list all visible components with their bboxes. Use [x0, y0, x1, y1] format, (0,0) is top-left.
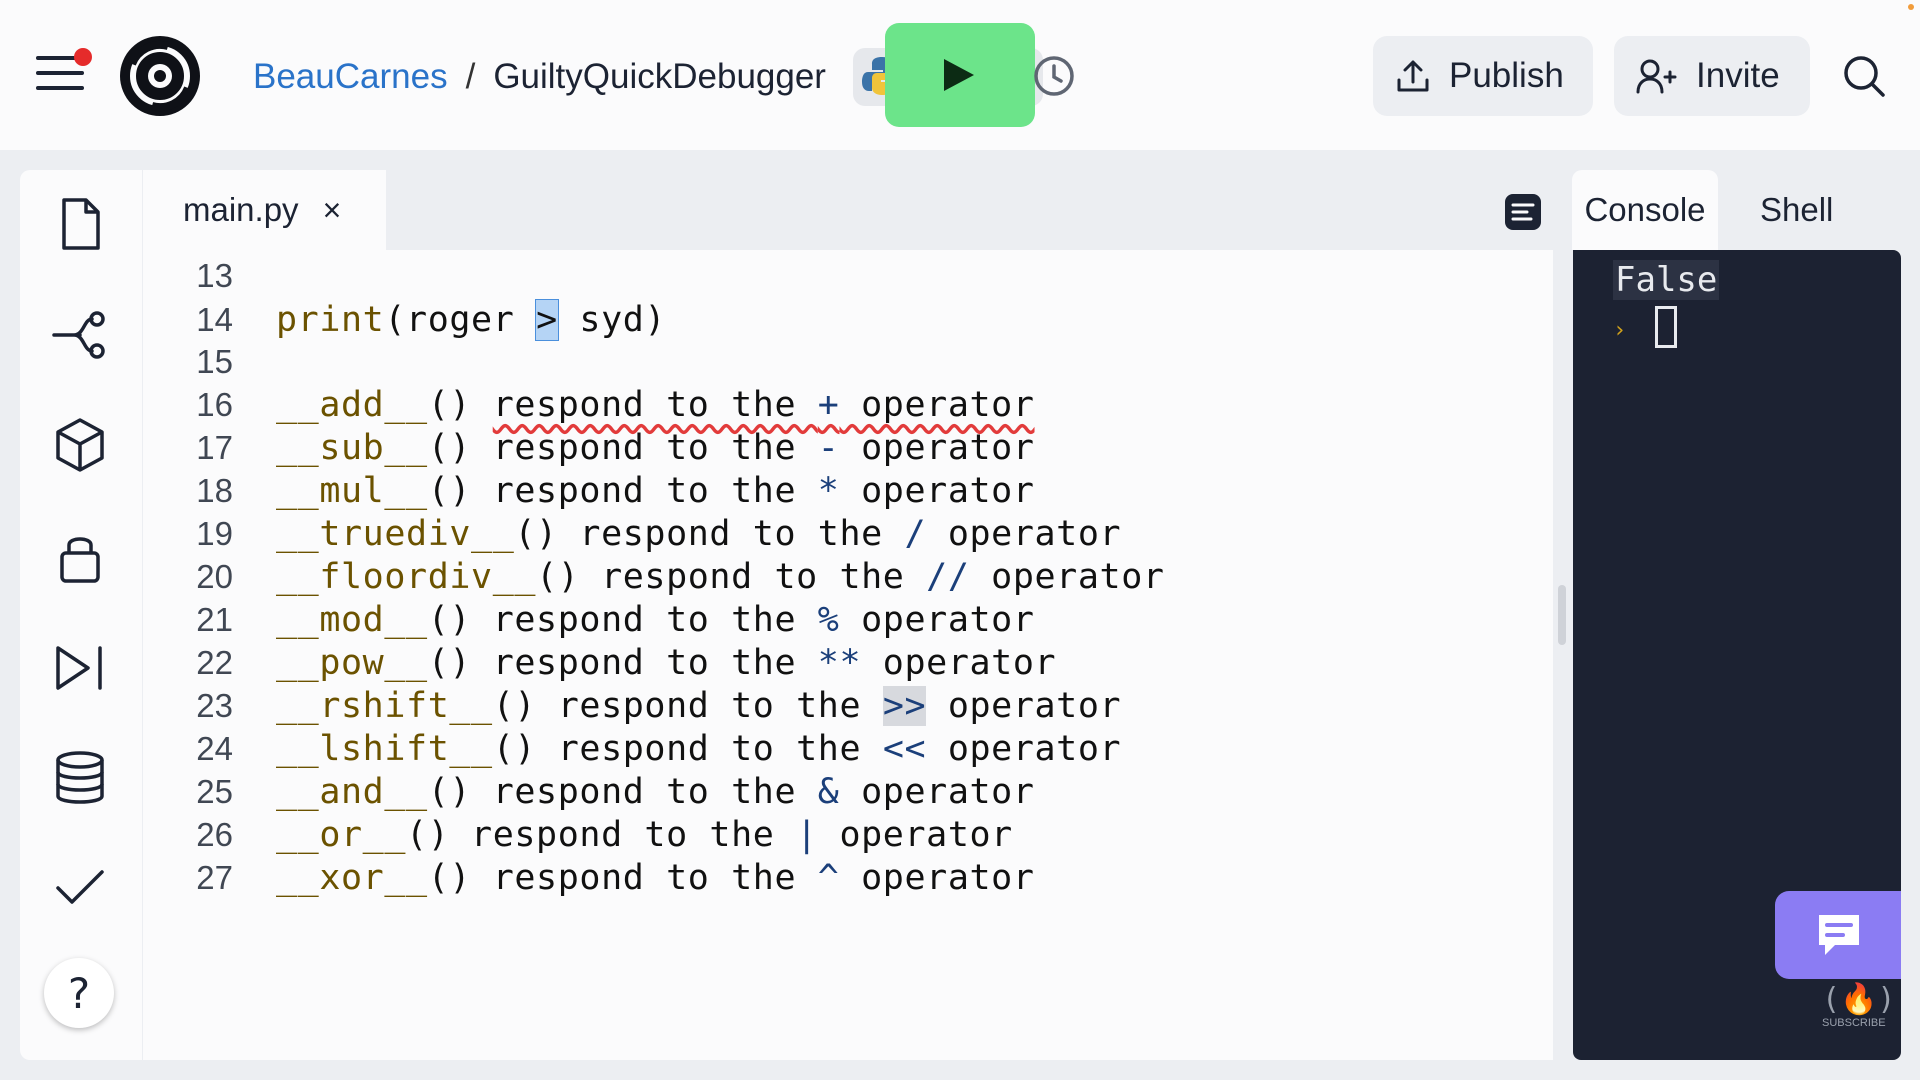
- add-user-icon: [1636, 59, 1677, 94]
- tool-sidebar: ?: [20, 170, 142, 1060]
- breadcrumb: BeauCarnes / GuiltyQuickDebugger: [253, 52, 826, 102]
- line-number: 27: [196, 859, 233, 896]
- menu-icon[interactable]: [36, 48, 92, 92]
- database-icon[interactable]: [50, 748, 110, 808]
- files-icon[interactable]: [50, 194, 110, 254]
- tab-label: main.py: [183, 191, 299, 228]
- line-number: 22: [196, 644, 233, 681]
- line-number: 16: [196, 386, 233, 423]
- line-number: 24: [196, 730, 233, 767]
- console-output-text: False: [1613, 260, 1720, 300]
- line-number: 25: [196, 773, 233, 810]
- line-text: __rshift__() respond to the >> operator: [276, 686, 1122, 726]
- history-icon[interactable]: [1028, 52, 1076, 100]
- chat-button[interactable]: [1775, 891, 1901, 979]
- secrets-icon[interactable]: [50, 527, 110, 587]
- line-number: 17: [196, 429, 233, 466]
- line-text: __mod__() respond to the % operator: [276, 600, 1035, 640]
- line-text: __pow__() respond to the ** operator: [276, 643, 1057, 683]
- play-icon: [944, 59, 974, 91]
- line-text: __sub__() respond to the - operator: [276, 428, 1035, 468]
- line-text: __xor__() respond to the ^ operator: [276, 858, 1035, 898]
- line-number: 14: [196, 301, 233, 338]
- help-button[interactable]: ?: [44, 958, 114, 1028]
- console-cursor: [1655, 306, 1677, 348]
- code-editor: main.py × 13 14 print(roger > syd) 15 16…: [143, 170, 1553, 1060]
- status-dot: [1908, 4, 1914, 10]
- upload-icon: [1397, 60, 1429, 92]
- packages-icon[interactable]: [50, 415, 110, 475]
- line-number: 20: [196, 558, 233, 595]
- line-number: 21: [196, 601, 233, 638]
- format-icon[interactable]: [1503, 192, 1543, 232]
- line-text: __add__() respond to the + operator: [276, 385, 1035, 425]
- line-text: __truediv__() respond to the / operator: [276, 514, 1122, 554]
- editor-scrollbar[interactable]: [1558, 585, 1566, 645]
- breadcrumb-user[interactable]: BeauCarnes: [253, 57, 448, 97]
- fcc-logo: (🔥): [1822, 982, 1896, 1017]
- subscribe-label: SUBSCRIBE: [1822, 1017, 1886, 1029]
- line-number: 15: [196, 343, 233, 380]
- replit-logo[interactable]: [118, 34, 202, 118]
- tab-shell[interactable]: Shell: [1760, 170, 1833, 250]
- prompt-icon: ›: [1613, 318, 1627, 343]
- search-icon[interactable]: [1842, 54, 1886, 98]
- subscribe-watermark: (🔥) SUBSCRIBE: [1822, 982, 1896, 1029]
- line-text: __floordiv__() respond to the // operato…: [276, 557, 1165, 597]
- chat-icon: [1819, 915, 1859, 955]
- run-button[interactable]: [885, 23, 1035, 127]
- line-number: 26: [196, 816, 233, 853]
- tests-icon[interactable]: [50, 858, 110, 918]
- repl-name[interactable]: GuiltyQuickDebugger: [493, 57, 826, 97]
- breadcrumb-separator: /: [465, 57, 476, 96]
- line-text: __mul__() respond to the * operator: [276, 471, 1035, 511]
- line-text: __lshift__() respond to the << operator: [276, 729, 1122, 769]
- code-line: 27 __xor__() respond to the ^ operator: [143, 852, 1543, 904]
- line-number: 19: [196, 515, 233, 552]
- invite-label: Invite: [1696, 56, 1780, 95]
- tab-main-py[interactable]: main.py ×: [143, 170, 385, 250]
- line-text: __or__() respond to the | operator: [276, 815, 1013, 855]
- notification-dot: [74, 48, 92, 66]
- tab-console[interactable]: Console: [1572, 170, 1718, 250]
- code-area[interactable]: 13 14 print(roger > syd) 15 16 __add__()…: [143, 250, 1553, 1060]
- line-text: print(roger > syd): [276, 299, 667, 341]
- debugger-icon[interactable]: [50, 638, 110, 698]
- invite-button[interactable]: Invite: [1614, 36, 1810, 116]
- publish-button[interactable]: Publish: [1373, 36, 1593, 116]
- publish-label: Publish: [1449, 56, 1564, 95]
- output-tabs: Console Shell: [1572, 170, 1920, 250]
- git-icon[interactable]: [50, 305, 110, 365]
- line-number: 23: [196, 687, 233, 724]
- line-number: 18: [196, 472, 233, 509]
- tab-strip: [386, 170, 1553, 250]
- line-number: 13: [196, 257, 233, 294]
- top-bar: BeauCarnes / GuiltyQuickDebugger Publish…: [0, 0, 1920, 150]
- line-text: __and__() respond to the & operator: [276, 772, 1035, 812]
- close-icon[interactable]: ×: [323, 192, 342, 229]
